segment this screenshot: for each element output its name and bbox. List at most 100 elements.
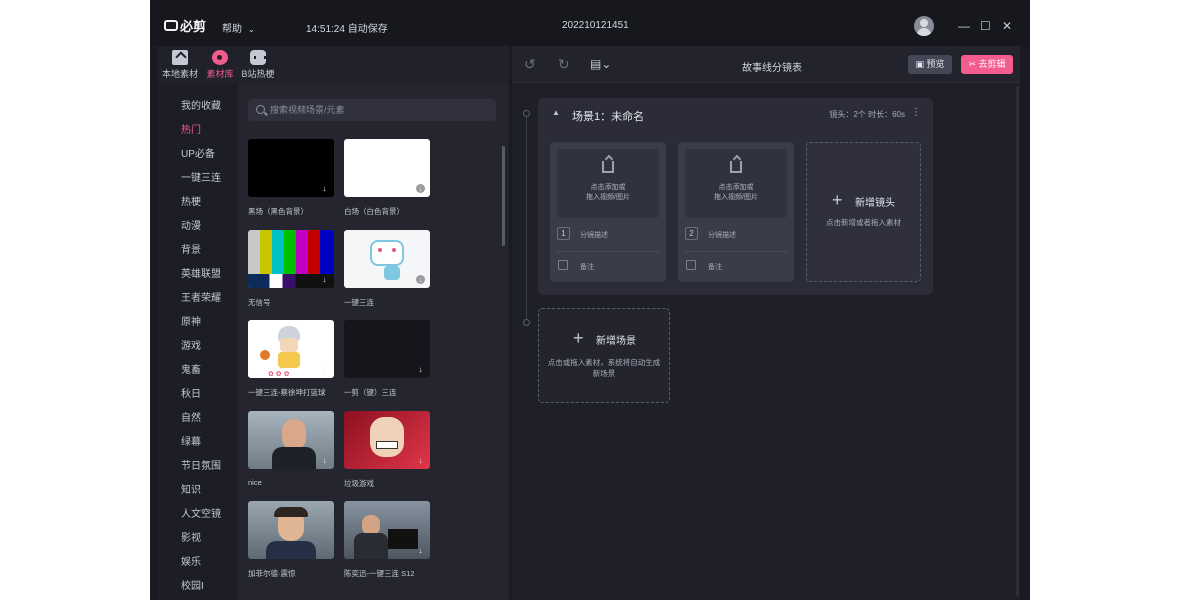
download-icon[interactable]: ↓ <box>416 365 425 374</box>
undo-icon[interactable]: ↺ <box>524 56 536 73</box>
download-icon[interactable]: ↓ <box>416 456 425 465</box>
download-icon[interactable]: ↓ <box>320 184 329 193</box>
timeline-dot <box>523 110 530 117</box>
material-thumbnail <box>248 501 334 559</box>
app-window: 必剪 帮助 ⌄ 14:51:24 自动保存 202210121451 — ☐ ✕ … <box>150 0 1030 600</box>
download-icon[interactable]: ↓ <box>416 184 425 193</box>
category-item[interactable]: 热梗 <box>181 193 201 208</box>
material-scrollbar[interactable] <box>502 146 505 246</box>
material-tile[interactable]: ↓ 一剪（键）三连 <box>344 320 430 398</box>
collapse-caret-icon[interactable]: ▲ <box>552 108 560 117</box>
minimize-button[interactable]: — <box>958 20 970 32</box>
category-item[interactable]: 游戏 <box>181 337 201 352</box>
tab-local-material[interactable]: 本地素材 <box>160 50 200 80</box>
logo-tv-icon <box>164 20 178 31</box>
material-label: 陈奕迅-一键三连 S12 <box>344 569 415 578</box>
shot-note-field[interactable]: 备注 <box>708 262 722 272</box>
person-face <box>282 419 306 449</box>
category-item[interactable]: 王者荣耀 <box>181 289 221 304</box>
close-button[interactable]: ✕ <box>1002 20 1012 32</box>
material-tile[interactable]: ↓ nice <box>248 411 334 487</box>
category-item[interactable]: 知识 <box>181 481 201 496</box>
category-item[interactable]: UP必备 <box>181 145 215 160</box>
material-label: 垃圾游戏 <box>344 479 374 488</box>
add-scene-row: + 新增场景 <box>539 329 669 349</box>
shot-drop-zone[interactable]: 点击添加或 拖入视频/图片 <box>685 149 787 218</box>
shot-drop-zone[interactable]: 点击添加或 拖入视频/图片 <box>557 149 659 218</box>
category-item[interactable]: 秋日 <box>181 385 201 400</box>
material-tile[interactable]: ↓ 陈奕迅-一键三连 S12 <box>344 501 430 579</box>
category-item[interactable]: 人文空镜 <box>181 505 221 520</box>
category-item[interactable]: 娱乐 <box>181 553 201 568</box>
add-shot-label: 新增镜头 <box>854 198 895 209</box>
material-search[interactable] <box>248 99 496 121</box>
category-item[interactable]: 绿幕 <box>181 433 201 448</box>
category-item[interactable]: 我的收藏 <box>181 97 221 112</box>
category-item[interactable]: 校园I <box>181 577 204 592</box>
avatar[interactable] <box>914 16 934 36</box>
character-face <box>280 338 298 352</box>
divider <box>557 251 659 252</box>
category-item[interactable]: 鬼畜 <box>181 361 201 376</box>
category-item[interactable]: 动漫 <box>181 217 201 232</box>
search-input[interactable] <box>270 102 490 118</box>
person-body <box>266 541 316 559</box>
category-item[interactable]: 节日氛围 <box>181 457 221 472</box>
material-thumbnail: ↓ <box>248 411 334 469</box>
layout-toggle-icon[interactable]: ▤⌄ <box>590 57 611 71</box>
timeline-dot <box>523 319 530 326</box>
person-face <box>362 515 380 535</box>
material-tile[interactable]: ↓ 黑场（黑色背景） <box>248 139 334 217</box>
flower-decor: ✿ ✿ ✿ <box>268 371 290 378</box>
preview-button[interactable]: ▣ 预览 <box>908 55 952 74</box>
add-shot-row: + 新增镜头 <box>807 191 920 211</box>
help-menu[interactable]: 帮助 ⌄ <box>222 20 255 35</box>
anime-teeth <box>376 441 398 449</box>
category-item[interactable]: 影视 <box>181 529 201 544</box>
help-label: 帮助 <box>222 24 242 35</box>
material-tile[interactable]: ↓ 一键三连 <box>344 230 430 308</box>
mascot-shape <box>370 240 404 266</box>
category-item[interactable]: 一键三连 <box>181 169 221 184</box>
storyboard-toolbar: ↺ ↻ ▤⌄ 故事线分镜表 ▣ 预览 ✂ 去剪辑 <box>512 46 1020 83</box>
scene-title[interactable]: 场景1：未命名 <box>572 108 644 124</box>
category-item[interactable]: 自然 <box>181 409 201 424</box>
download-icon[interactable]: ↓ <box>416 546 425 555</box>
category-item-active[interactable]: 热门 <box>181 121 201 136</box>
go-edit-label: 去剪辑 <box>978 59 1006 69</box>
download-icon[interactable]: ↓ <box>320 456 329 465</box>
material-label: 一键三连-蔡徐坤打篮球 <box>248 388 326 397</box>
material-tile[interactable]: 加菲尔德·震惊 <box>248 501 334 579</box>
material-label: 一键三连 <box>344 298 374 307</box>
download-icon[interactable]: ↓ <box>320 365 329 374</box>
storyboard-title: 故事线分镜表 <box>742 63 802 74</box>
download-icon[interactable]: ↓ <box>416 275 425 284</box>
note-icon <box>686 260 696 270</box>
category-item[interactable]: 原神 <box>181 313 201 328</box>
category-item[interactable]: 英雄联盟 <box>181 265 221 280</box>
more-options-icon[interactable]: ⋮ <box>911 107 921 118</box>
character-body <box>278 352 300 368</box>
storyboard-scrollbar[interactable] <box>1016 86 1019 596</box>
chevron-down-icon: ⌄ <box>248 25 255 34</box>
tab-material-library[interactable]: 素材库 <box>200 50 240 80</box>
category-item[interactable]: 背景 <box>181 241 201 256</box>
add-shot-button[interactable]: + 新增镜头 点击新增或者拖入素材 <box>806 142 921 282</box>
scene-header: ▲ 场景1：未命名 镜头：2个 时长：60s ⋮ <box>538 98 933 128</box>
redo-icon[interactable]: ↻ <box>558 56 570 73</box>
material-thumbnail: ↓ <box>344 230 430 288</box>
shot-note-field[interactable]: 备注 <box>580 262 594 272</box>
material-tile[interactable]: ✿ ✿ ✿ ↓ 一键三连-蔡徐坤打篮球 <box>248 320 334 398</box>
shot-description-field[interactable]: 分镜描述 <box>580 230 608 240</box>
material-tile[interactable]: ↓ 无信号 <box>248 230 334 308</box>
material-label: nice <box>248 478 262 487</box>
shot-description-field[interactable]: 分镜描述 <box>708 230 736 240</box>
download-icon[interactable]: ↓ <box>320 275 329 284</box>
material-tile[interactable]: ↓ 垃圾游戏 <box>344 411 430 489</box>
go-edit-button[interactable]: ✂ 去剪辑 <box>961 55 1013 74</box>
material-tile[interactable]: ↓ 白场（白色背景） <box>344 139 430 217</box>
mascot-eye <box>392 248 396 252</box>
tab-bilibili-memes[interactable]: B站热梗 <box>238 50 278 80</box>
add-scene-button[interactable]: + 新增场景 点击或拖入素材，系统将自动生成新场景 <box>538 308 670 403</box>
maximize-button[interactable]: ☐ <box>980 20 991 32</box>
